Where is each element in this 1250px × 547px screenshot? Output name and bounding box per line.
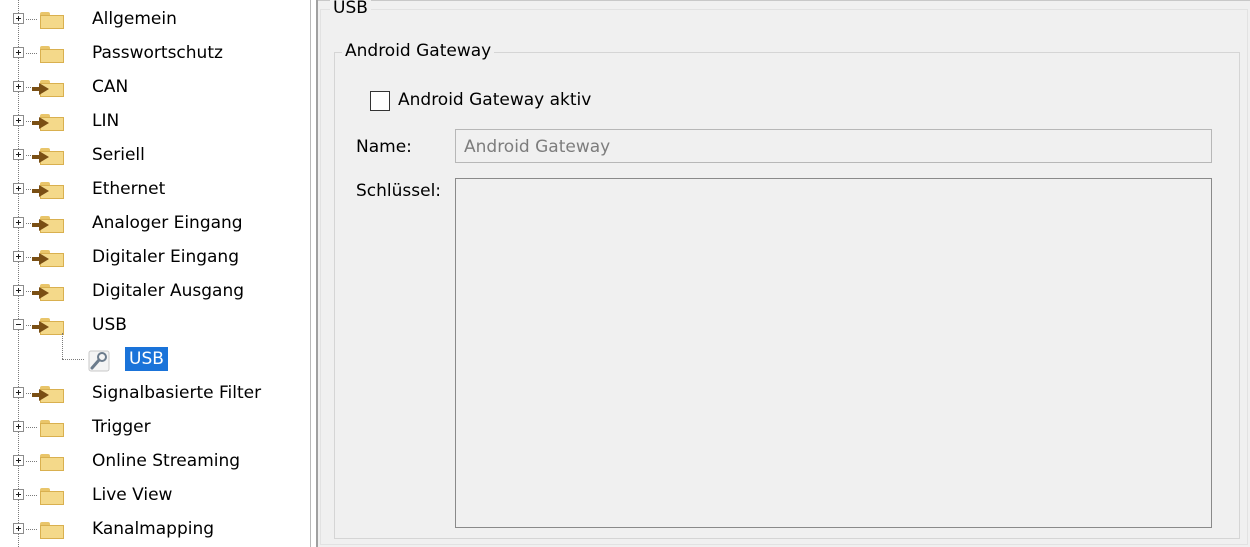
tree-item[interactable]: Ethernet [0,172,310,206]
tree-item[interactable]: Passwortschutz [0,36,310,70]
folder-arrow-icon [32,114,64,131]
folder-arrow-icon [32,318,64,335]
tree-item-label[interactable]: Ethernet [92,177,165,201]
tree-item-label[interactable]: Allgemein [92,7,177,31]
expand-icon[interactable] [13,115,24,126]
tree-item[interactable]: CAN [0,70,310,104]
tree-item[interactable]: Live View [0,478,310,512]
tree-item-label[interactable]: LIN [92,109,119,133]
expand-icon[interactable] [13,523,24,534]
folder-arrow-icon [32,216,64,233]
tree-item[interactable]: LIN [0,104,310,138]
tree-child-item[interactable]: USB [0,333,310,376]
folder-arrow-icon [32,250,64,267]
tree-item-label[interactable]: Digitaler Ausgang [92,279,244,303]
folder-icon [38,12,64,29]
tree-item-label[interactable]: USB [92,313,127,337]
folder-icon [38,420,64,437]
key-textarea[interactable] [455,178,1212,528]
tree-item-label[interactable]: Kanalmapping [92,517,214,541]
tree-item-label[interactable]: Live View [92,483,172,507]
wrench-icon [88,350,110,372]
expand-icon[interactable] [13,455,24,466]
tree-item[interactable]: Analoger Eingang [0,206,310,240]
expand-icon[interactable] [13,421,24,432]
expand-icon[interactable] [13,251,24,262]
expand-icon[interactable] [13,387,24,398]
expand-icon[interactable] [13,81,24,92]
name-label: Name: [356,137,412,157]
folder-icon [38,46,64,63]
panel-divider [318,0,1250,1]
tree-item-label[interactable]: Analoger Eingang [92,211,243,235]
tree-item-label[interactable]: Digitaler Eingang [92,245,239,269]
name-field[interactable]: Android Gateway [455,129,1212,163]
tree-connector [26,495,37,496]
tree-item[interactable]: Trigger [0,410,310,444]
tree-connector [26,53,37,54]
tree-connector [26,19,37,20]
tree-child-connector [62,359,84,360]
tree-item[interactable]: Seriell [0,138,310,172]
android-gateway-group-title: Android Gateway [342,41,495,61]
tree-item[interactable]: Digitaler Ausgang [0,274,310,308]
tree-child-guide [62,333,63,359]
folder-arrow-icon [32,386,64,403]
folder-icon [38,454,64,471]
tree-item-label[interactable]: Online Streaming [92,449,240,473]
tree-item[interactable]: USB [0,308,310,342]
expand-icon[interactable] [13,47,24,58]
tree-item-label[interactable]: CAN [92,75,128,99]
tree-item-label[interactable]: Seriell [92,143,145,167]
tree-connector [26,427,37,428]
folder-arrow-icon [32,148,64,165]
usb-section-title: USB [330,0,371,18]
folder-arrow-icon [32,80,64,97]
folder-icon [38,488,64,505]
tree-item[interactable]: Digitaler Eingang [0,240,310,274]
expand-icon[interactable] [13,183,24,194]
tree-item[interactable]: Signalbasierte Filter [0,376,310,410]
folder-icon [38,522,64,539]
expand-icon[interactable] [13,285,24,296]
expand-icon[interactable] [13,13,24,24]
tree-item-label[interactable]: Trigger [92,415,151,439]
tree-item-label-selected[interactable]: USB [125,347,168,371]
tree-item[interactable]: Allgemein [0,2,310,36]
tree-item[interactable]: Online Streaming [0,444,310,478]
key-label: Schlüssel: [356,181,442,201]
expand-icon[interactable] [13,489,24,500]
expand-icon[interactable] [13,149,24,160]
android-gateway-active-checkbox[interactable] [370,91,390,111]
expand-icon[interactable] [13,217,24,228]
tree-connector [26,461,37,462]
tree-item-label[interactable]: Passwortschutz [92,41,223,65]
tree-item-label[interactable]: Signalbasierte Filter [92,381,261,405]
folder-arrow-icon [32,284,64,301]
tree-connector [26,529,37,530]
android-gateway-active-label[interactable]: Android Gateway aktiv [398,90,591,110]
collapse-icon[interactable] [13,319,24,330]
tree-item[interactable]: Kanalmapping [0,512,310,546]
folder-arrow-icon [32,182,64,199]
settings-tree[interactable]: Allgemein Passwortschutz CAN LIN Seriell Ethe… [0,0,311,547]
